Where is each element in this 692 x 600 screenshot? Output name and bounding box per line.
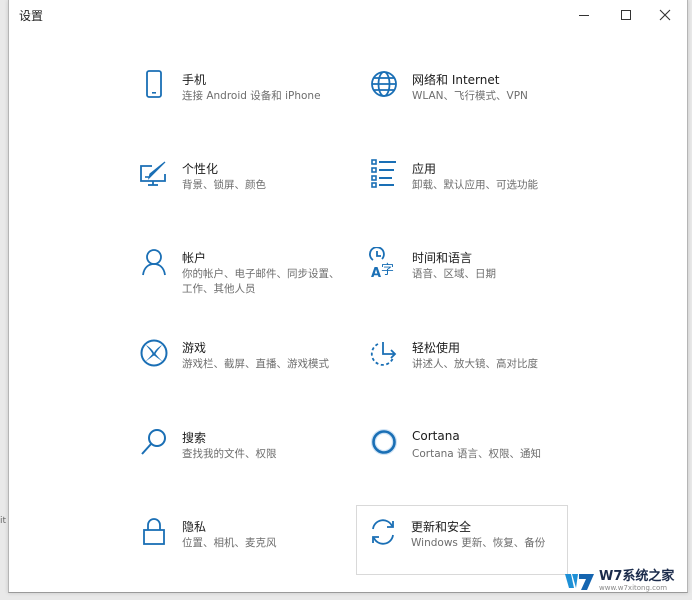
tile-description: 连接 Android 设备和 iPhone: [182, 90, 321, 102]
person-icon: [138, 247, 170, 279]
watermark-logo-icon: [565, 574, 594, 590]
tile-cortana[interactable]: Cortana Cortana 语言、权限、通知: [367, 426, 579, 496]
tile-phone[interactable]: 手机 连接 Android 设备和 iPhone: [137, 68, 349, 138]
maximize-button[interactable]: [608, 0, 644, 30]
xbox-icon: [138, 337, 170, 369]
tile-name: 更新和安全: [411, 520, 472, 534]
sync-icon: [367, 516, 399, 548]
tile-network[interactable]: 网络和 Internet WLAN、飞行模式、VPN: [367, 68, 579, 138]
tile-name: 隐私: [182, 520, 207, 534]
window-title: 设置: [19, 9, 44, 23]
background-window-text: it: [0, 516, 7, 526]
tile-description: WLAN、飞行模式、VPN: [412, 90, 528, 102]
svg-text:A: A: [371, 266, 381, 279]
cortana-icon: [368, 427, 400, 459]
tile-description: 讲述人、放大镜、高对比度: [412, 358, 538, 370]
tile-description: 位置、相机、麦克风: [182, 537, 277, 549]
tile-name: 时间和语言: [412, 251, 473, 265]
tile-name: 帐户: [182, 251, 207, 265]
settings-window: 设置 手机 连接 Android 设备和 iPhone 网络和 Internet…: [8, 0, 688, 593]
minimize-button[interactable]: [566, 0, 602, 30]
tile-name: 搜索: [182, 431, 207, 445]
tile-name: Cortana: [412, 429, 460, 443]
close-button[interactable]: [647, 0, 683, 30]
tile-description: 游戏栏、截屏、直播、游戏模式: [182, 358, 329, 370]
minimize-icon: [579, 15, 589, 16]
title-bar[interactable]: 设置: [9, 0, 687, 30]
lock-icon: [138, 516, 170, 548]
tile-ease-of-access[interactable]: 轻松使用 讲述人、放大镜、高对比度: [367, 336, 579, 406]
tile-accounts[interactable]: 帐户 你的帐户、电子邮件、同步设置、工作、其他人员: [137, 246, 349, 316]
tile-name: 应用: [412, 162, 437, 176]
tile-update-security[interactable]: 更新和安全 Windows 更新、恢复、备份: [356, 505, 568, 575]
tile-description: 卸载、默认应用、可选功能: [412, 179, 538, 191]
tile-name: 游戏: [182, 341, 207, 355]
tile-description: 查找我的文件、权限: [182, 448, 277, 460]
tile-privacy[interactable]: 隐私 位置、相机、麦克风: [137, 515, 349, 585]
app-list-icon: [368, 158, 400, 190]
tile-description: 你的帐户、电子邮件、同步设置、工作、其他人员: [182, 268, 340, 295]
tile-name: 网络和 Internet: [412, 73, 500, 87]
watermark-name: W7系统之家: [599, 569, 675, 584]
tile-personalization[interactable]: 个性化 背景、锁屏、颜色: [137, 157, 349, 227]
watermark-url: www.w7xitong.com: [599, 584, 668, 592]
svg-text:字: 字: [381, 263, 394, 278]
search-icon: [138, 427, 170, 459]
tile-description: 语音、区域、日期: [412, 268, 496, 280]
paint-monitor-icon: [138, 158, 170, 190]
tile-name: 手机: [182, 73, 207, 87]
tile-name: 个性化: [182, 162, 219, 176]
tile-gaming[interactable]: 游戏 游戏栏、截屏、直播、游戏模式: [137, 336, 349, 406]
tile-apps[interactable]: 应用 卸载、默认应用、可选功能: [367, 157, 579, 227]
tile-name: 轻松使用: [412, 341, 461, 355]
watermark: W7系统之家 www.w7xitong.com: [565, 565, 690, 597]
close-icon: [659, 9, 671, 21]
phone-icon: [138, 69, 170, 101]
tile-time-language[interactable]: A字 时间和语言 语音、区域、日期: [367, 246, 579, 316]
globe-icon: [368, 69, 400, 101]
tile-search[interactable]: 搜索 查找我的文件、权限: [137, 426, 349, 496]
tile-description: Windows 更新、恢复、备份: [411, 537, 546, 549]
maximize-icon: [621, 10, 631, 20]
time-language-icon: A字: [368, 247, 400, 279]
tile-description: Cortana 语言、权限、通知: [412, 448, 542, 460]
tile-description: 背景、锁屏、颜色: [182, 179, 266, 191]
ease-of-access-icon: [368, 337, 400, 369]
